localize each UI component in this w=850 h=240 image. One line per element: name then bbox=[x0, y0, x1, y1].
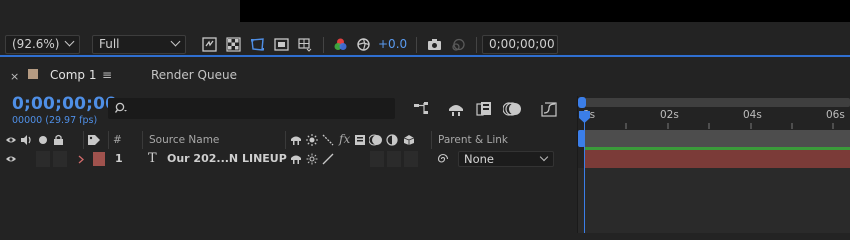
draft-3d-icon[interactable] bbox=[446, 100, 466, 118]
ruler-label: 06s bbox=[826, 109, 845, 121]
frame-blending-icon[interactable] bbox=[475, 100, 495, 118]
magnification-value: (92.6%) bbox=[12, 37, 60, 51]
exposure-value[interactable]: +0.0 bbox=[378, 37, 407, 51]
panel-tab-bar: × Comp 1 ≡ Render Queue bbox=[0, 59, 850, 89]
tab-comp-1[interactable]: Comp 1 bbox=[50, 68, 96, 82]
lock-switch[interactable] bbox=[53, 151, 67, 167]
frame-blend-column-icon[interactable] bbox=[354, 134, 366, 146]
chevron-down-icon bbox=[539, 152, 549, 162]
current-time-indicator[interactable] bbox=[578, 110, 591, 124]
motion-blur-icon[interactable] bbox=[503, 100, 523, 118]
chevron-down-icon bbox=[64, 36, 75, 47]
quality-icon[interactable] bbox=[322, 134, 334, 146]
label-tag-icon[interactable] bbox=[87, 134, 101, 146]
layer-search-input[interactable] bbox=[108, 98, 395, 119]
column-divider bbox=[83, 131, 84, 149]
parent-dropdown[interactable]: None bbox=[458, 151, 554, 167]
graph-editor-icon[interactable] bbox=[540, 100, 560, 118]
collapse-sun-icon[interactable] bbox=[306, 134, 318, 146]
video-eye-icon[interactable] bbox=[5, 135, 17, 145]
layer-column-header: # Source Name fx Parent & Link bbox=[0, 131, 578, 149]
chevron-down-icon bbox=[170, 36, 181, 47]
column-divider bbox=[108, 131, 109, 149]
current-time-indicator-line bbox=[584, 110, 585, 233]
magnification-dropdown[interactable]: (92.6%) bbox=[5, 35, 80, 54]
layer-shy-icon[interactable] bbox=[290, 153, 302, 165]
separator bbox=[476, 37, 477, 53]
layer-quality-icon[interactable] bbox=[322, 153, 334, 165]
comp-color-swatch bbox=[28, 69, 38, 79]
column-divider bbox=[142, 131, 143, 149]
frame-blend-switch[interactable] bbox=[370, 151, 384, 167]
column-source-name[interactable]: Source Name bbox=[149, 134, 219, 146]
motion-blur-switch[interactable] bbox=[387, 151, 401, 167]
current-time-display[interactable]: 0;00;00;00 bbox=[12, 94, 117, 114]
channels-icon[interactable] bbox=[333, 37, 348, 52]
3d-layer-icon[interactable] bbox=[402, 134, 416, 146]
layer-name[interactable]: Our 202...N LINEUP bbox=[167, 152, 287, 165]
frame-count: 00000 (29.97 fps) bbox=[12, 115, 98, 126]
layer-collapse-icon[interactable] bbox=[306, 153, 318, 165]
grid-guides-icon[interactable] bbox=[297, 37, 312, 52]
time-navigator-start-handle[interactable] bbox=[578, 97, 586, 108]
layer-number: 1 bbox=[115, 152, 123, 165]
panel-menu-icon[interactable]: ≡ bbox=[102, 68, 112, 82]
shy-icon[interactable] bbox=[290, 134, 302, 146]
current-time-field[interactable]: 0;00;00;00 bbox=[482, 35, 558, 54]
ruler-ticks bbox=[625, 123, 834, 129]
mask-visibility-icon[interactable] bbox=[250, 37, 265, 52]
close-icon[interactable]: × bbox=[10, 70, 19, 83]
layer-visibility-eye-icon[interactable] bbox=[5, 154, 17, 164]
motion-blur-column-icon[interactable] bbox=[369, 134, 383, 146]
time-navigator[interactable] bbox=[585, 98, 850, 107]
transparency-grid-icon[interactable] bbox=[226, 37, 241, 52]
separator bbox=[323, 37, 324, 53]
current-time-value: 0;00;00;00 bbox=[489, 37, 555, 51]
column-parent-link[interactable]: Parent & Link bbox=[438, 134, 508, 146]
reset-exposure-icon[interactable] bbox=[356, 37, 371, 52]
pick-whip-icon[interactable] bbox=[436, 152, 450, 166]
column-number[interactable]: # bbox=[113, 134, 122, 146]
lock-icon[interactable] bbox=[53, 134, 64, 146]
camera-icon[interactable] bbox=[427, 37, 442, 52]
solo-dot-icon[interactable] bbox=[38, 135, 48, 145]
fast-previews-icon[interactable] bbox=[202, 37, 217, 52]
timeline-empty-area bbox=[578, 168, 850, 233]
column-divider bbox=[285, 131, 286, 149]
tab-render-queue[interactable]: Render Queue bbox=[151, 68, 237, 82]
comp-mini-flowchart-icon[interactable] bbox=[412, 100, 432, 118]
resolution-dropdown[interactable]: Full bbox=[92, 35, 186, 54]
expand-chevron-icon[interactable] bbox=[78, 155, 84, 164]
layer-duration-bar[interactable] bbox=[585, 150, 850, 168]
column-fx[interactable]: fx bbox=[339, 132, 350, 146]
text-layer-icon: T bbox=[148, 151, 157, 166]
comp-canvas[interactable] bbox=[240, 0, 850, 22]
adjustment-layer-icon[interactable] bbox=[386, 134, 398, 146]
search-icon bbox=[114, 102, 127, 113]
show-snapshot-icon[interactable] bbox=[451, 37, 466, 52]
3d-layer-switch[interactable] bbox=[404, 151, 418, 167]
parent-value: None bbox=[464, 152, 495, 166]
separator bbox=[416, 37, 417, 53]
ruler-label: 04s bbox=[743, 109, 762, 121]
solo-switch[interactable] bbox=[36, 151, 50, 167]
region-of-interest-icon[interactable] bbox=[274, 37, 289, 52]
viewer-control-bar: (92.6%) Full 0;00;00;00 bbox=[0, 31, 850, 57]
resolution-value: Full bbox=[99, 37, 120, 51]
work-area-bar[interactable] bbox=[585, 130, 850, 147]
ruler-label: 02s bbox=[660, 109, 679, 121]
layer-label-color[interactable] bbox=[93, 152, 105, 166]
audio-speaker-icon[interactable] bbox=[20, 134, 32, 146]
column-divider bbox=[431, 131, 432, 149]
